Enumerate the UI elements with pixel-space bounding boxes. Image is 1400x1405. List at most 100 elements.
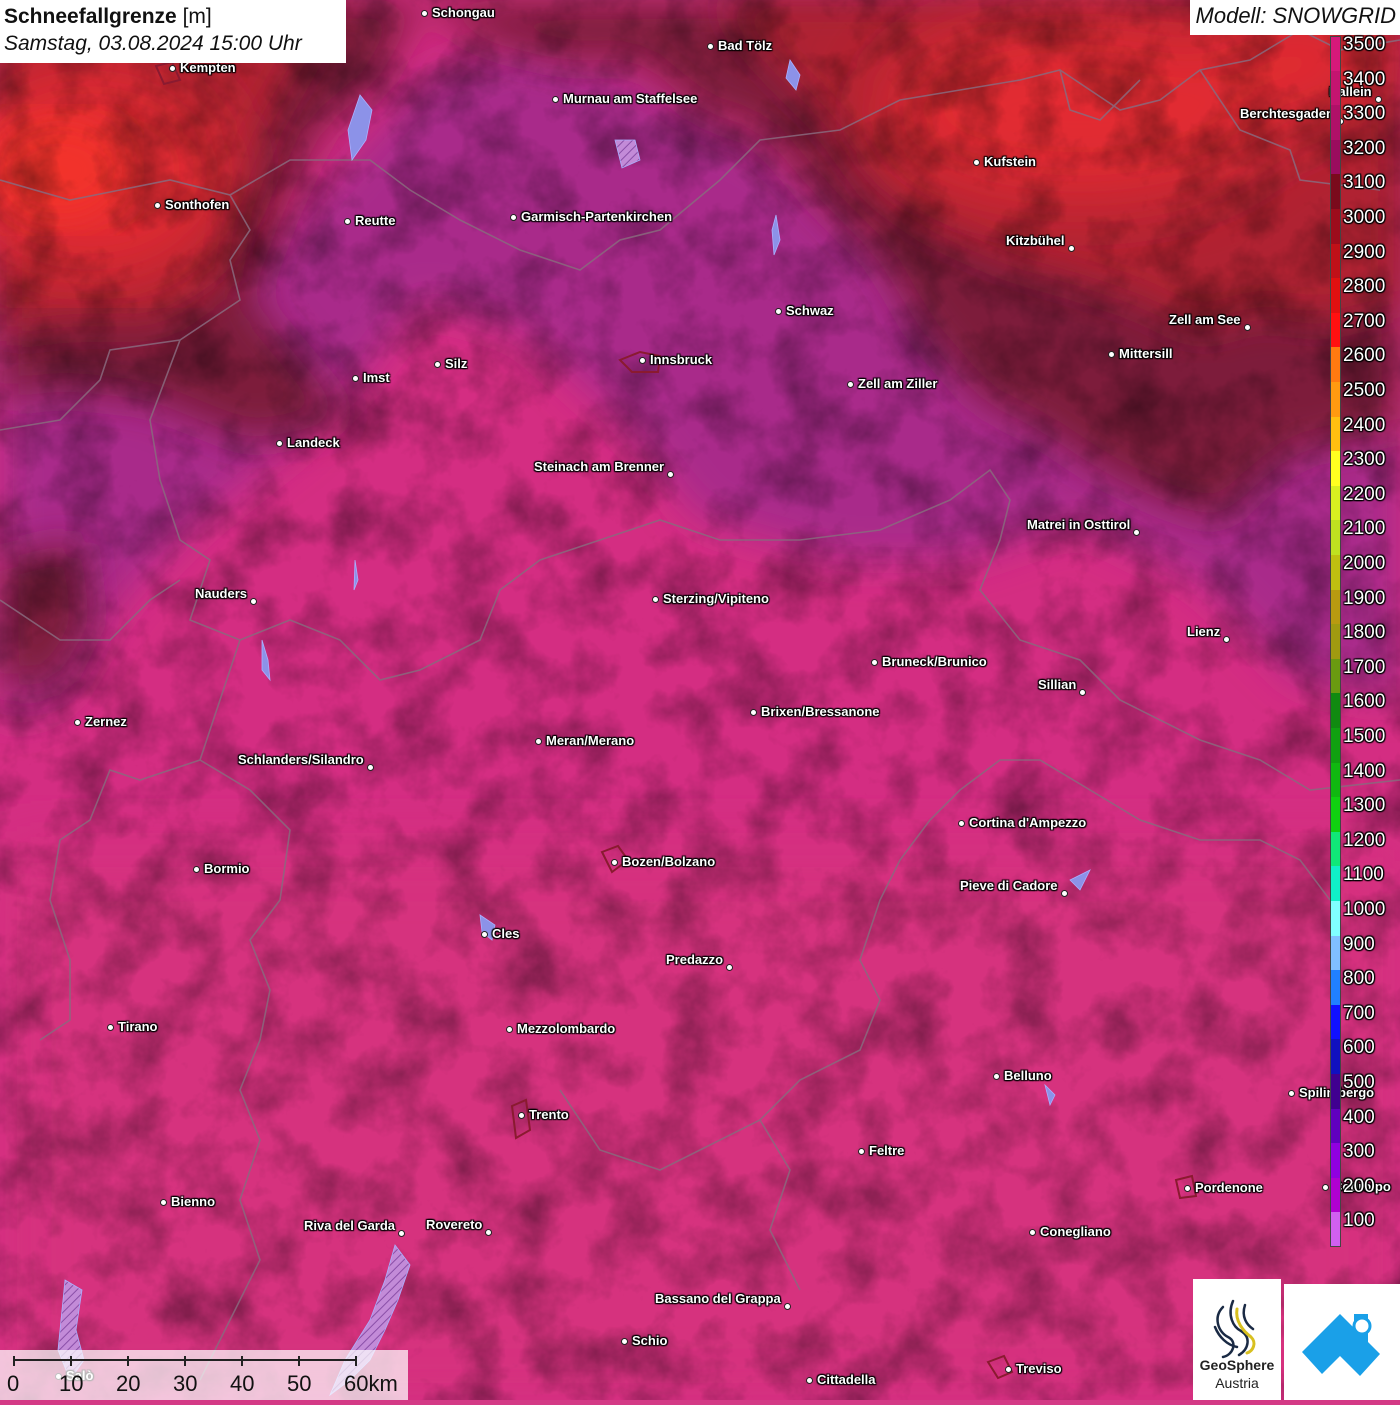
legend-label: 100 [1343,1210,1375,1232]
city-label: Landeck [287,435,340,450]
city-label: Cortina d'Ampezzo [969,815,1087,830]
city-label: Bad Tölz [718,38,773,53]
city-label: Bruneck/Brunico [882,654,987,669]
legend-label: 1900 [1343,587,1386,609]
city-label: Brixen/Bressanone [761,704,880,719]
city-label: Steinach am Brenner [534,459,665,474]
geosphere-emblem-icon [1213,1299,1256,1359]
legend-label: 2500 [1343,380,1386,401]
city-label: Bozen/Bolzano [622,854,716,869]
city-marker [1222,635,1230,643]
city-label: Cittadella [817,1372,876,1387]
legend-label: 1700 [1343,656,1386,678]
legend-label: 1500 [1343,726,1386,747]
city-marker [651,595,659,603]
city-label: Garmisch-Partenkirchen [521,209,673,224]
city-marker [551,95,559,103]
legend-label: 3500 [1343,34,1386,55]
legend-label: 1300 [1343,795,1386,817]
city-label: Conegliano [1040,1224,1111,1239]
city-label: Riva del Garda [304,1218,396,1233]
scale-tick-label: 30 [173,1371,198,1396]
city-marker [1067,244,1075,252]
legend-label: 1000 [1343,899,1386,920]
city-marker [666,470,674,478]
city-label: Silz [445,356,468,371]
city-marker [774,307,782,315]
city-marker [972,158,980,166]
city-marker [1004,1365,1012,1373]
city-marker [1060,889,1068,897]
city-label: Sillian [1038,677,1077,692]
legend-label: 2300 [1343,449,1386,471]
city-label: Imst [363,370,390,385]
city-label: Meran/Merano [546,733,635,748]
city-marker [957,819,965,827]
city-label: Nauders [195,586,248,601]
scale-tick-label: 0 [7,1371,20,1396]
city-marker [1078,688,1086,696]
legend-label: 800 [1343,968,1375,990]
city-marker [397,1229,405,1237]
city-marker [992,1072,1000,1080]
city-label: Belluno [1004,1068,1052,1083]
city-label: Schio [632,1333,668,1348]
city-marker [725,963,733,971]
legend-label: 2400 [1343,414,1386,436]
city-label: Pordenone [1195,1180,1263,1195]
city-marker [805,1376,813,1384]
city-label: Mittersill [1119,346,1173,361]
legend-label: 1400 [1343,760,1386,782]
city-label: Schongau [432,5,495,20]
legend-label: 400 [1343,1106,1375,1128]
legend-label: 3400 [1343,68,1386,90]
city-marker [1321,1183,1329,1191]
city-marker [106,1023,114,1031]
scale-tick-label: 40 [230,1371,255,1396]
city-marker [1132,528,1140,536]
geosphere-logo: GeoSphere Austria [1193,1279,1281,1400]
city-label: Sonthofen [165,197,230,212]
title-parameter: Schneefallgrenze [4,5,177,28]
legend-label: 200 [1343,1175,1375,1197]
city-marker [706,42,714,50]
city-marker [1243,323,1251,331]
model-label: Modell: SNOWGRID [1189,0,1400,35]
city-marker [1287,1089,1295,1097]
scale-tick-label: 20 [116,1371,141,1396]
city-marker [610,858,618,866]
legend-label: 2000 [1343,553,1386,574]
city-label: Predazzo [666,952,724,967]
city-marker [620,1337,628,1345]
legend-label: 500 [1343,1072,1375,1093]
map-title: Schneefallgrenze [m] [4,4,346,30]
city-marker [638,356,646,364]
city-label: Schlanders/Silandro [238,752,364,767]
city-marker [249,597,257,605]
city-label: Innsbruck [650,352,713,367]
legend-label: 900 [1343,933,1375,955]
legend-label: 2200 [1343,483,1386,505]
legend-label: 1800 [1343,622,1386,644]
city-marker [343,217,351,225]
legend-label: 3000 [1343,207,1386,228]
legend-label: 3200 [1343,137,1386,159]
city-marker [351,374,359,382]
map-datetime: Samstag, 03.08.2024 15:00 Uhr [4,32,302,55]
city-marker [783,1302,791,1310]
city-label: Matrei in Osttirol [1027,517,1131,532]
city-marker [1183,1184,1191,1192]
legend-label: 700 [1343,1002,1375,1024]
city-label: Pieve di Cadore [960,878,1058,893]
city-label: Tirano [118,1019,158,1034]
city-label: Kitzbühel [1006,233,1065,248]
city-marker [1028,1228,1036,1236]
city-label: Cles [492,926,520,941]
geosphere-name-line2: Austria [1215,1375,1259,1391]
city-marker [1374,95,1382,103]
legend-label: 3300 [1343,103,1386,125]
scale-tick-label: 50 [287,1371,312,1396]
legend-label: 2900 [1343,241,1386,263]
city-label: Bormio [204,861,250,876]
city-label: Schwaz [786,303,834,318]
